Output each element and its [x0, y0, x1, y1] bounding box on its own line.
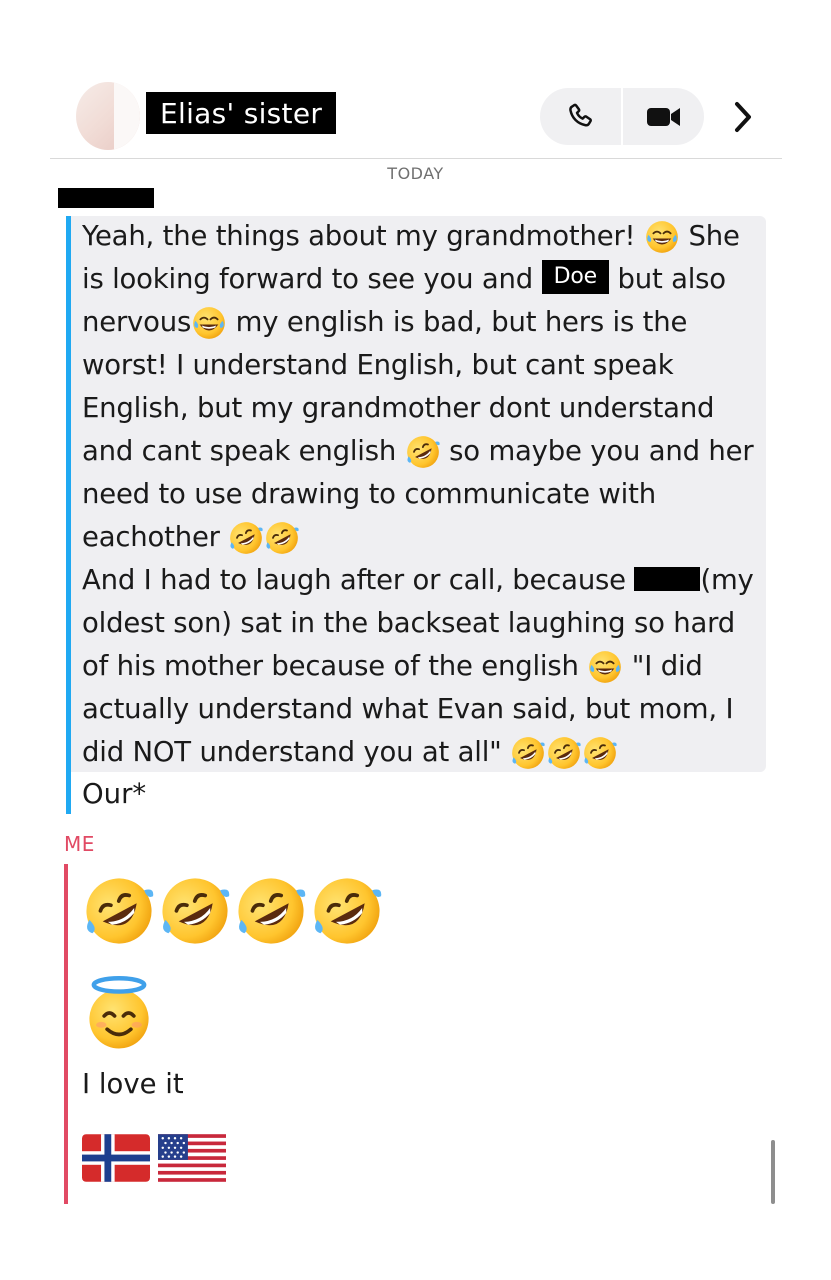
- redacted-sender-name: [58, 188, 154, 208]
- rofl-emoji-icon: [546, 735, 582, 771]
- correction-message[interactable]: Our*: [82, 774, 146, 814]
- rofl-emoji-icon: [82, 874, 156, 948]
- emoji-message[interactable]: [82, 874, 384, 948]
- redacted-name-block: [634, 567, 701, 591]
- header-divider: [50, 158, 782, 159]
- joy-emoji-icon: [644, 219, 680, 255]
- rofl-emoji-icon: [582, 735, 618, 771]
- date-divider: TODAY: [387, 164, 444, 183]
- joy-emoji-icon: [587, 649, 623, 685]
- message-line: And I had to laugh after or call, becaus…: [82, 564, 754, 596]
- message-line: actually understand what Evan said, but …: [82, 693, 734, 725]
- outgoing-text-message[interactable]: I love it: [82, 1068, 184, 1100]
- usa-flag-icon: [158, 1134, 226, 1182]
- message-line: eachother: [82, 516, 772, 559]
- message-line: oldest son) sat in the backseat laughing…: [82, 607, 736, 639]
- chevron-right-icon: [735, 102, 751, 132]
- message-line: did NOT understand you at all": [82, 731, 772, 774]
- rofl-emoji-icon: [228, 520, 264, 556]
- incoming-message[interactable]: Yeah, the things about my grandmother! S…: [82, 215, 772, 774]
- rofl-emoji-icon: [405, 434, 441, 470]
- message-line: Yeah, the things about my grandmother! S…: [82, 215, 772, 258]
- scrollbar[interactable]: [771, 1140, 775, 1204]
- chat-header: Elias' sister: [0, 0, 831, 158]
- avatar[interactable]: [76, 82, 140, 150]
- message-line: of his mother because of the english "I …: [82, 645, 772, 688]
- rofl-emoji-icon: [264, 520, 300, 556]
- emoji-message[interactable]: [82, 1134, 226, 1182]
- phone-icon: [568, 103, 592, 126]
- rofl-emoji-icon: [510, 735, 546, 771]
- rofl-emoji-icon: [234, 874, 308, 948]
- redacted-name-label: Doe: [541, 260, 609, 294]
- joy-emoji-icon: [191, 305, 227, 341]
- me-sender-label: ME: [64, 832, 95, 856]
- voice-call-button[interactable]: [540, 88, 621, 145]
- video-camera-icon: [646, 107, 680, 126]
- call-controls: [540, 88, 704, 145]
- message-line: English, but my grandmother dont underst…: [82, 392, 715, 424]
- norway-flag-icon: [82, 1134, 150, 1182]
- message-line: worst! I understand English, but cant sp…: [82, 349, 674, 381]
- outgoing-message-bar: [64, 864, 68, 1204]
- message-line: and cant speak english so maybe you and …: [82, 430, 772, 473]
- emoji-message[interactable]: [82, 976, 156, 1050]
- chat-title[interactable]: Elias' sister: [146, 92, 337, 134]
- message-line: nervous my english is bad, but hers is t…: [82, 301, 772, 344]
- smiling-face-with-halo-icon: [82, 976, 156, 1050]
- rofl-emoji-icon: [310, 874, 384, 948]
- video-call-button[interactable]: [623, 88, 704, 145]
- more-button[interactable]: [728, 98, 758, 136]
- message-line: need to use drawing to communicate with: [82, 478, 656, 510]
- rofl-emoji-icon: [158, 874, 232, 948]
- message-line: is looking forward to see you and Doe bu…: [82, 258, 772, 301]
